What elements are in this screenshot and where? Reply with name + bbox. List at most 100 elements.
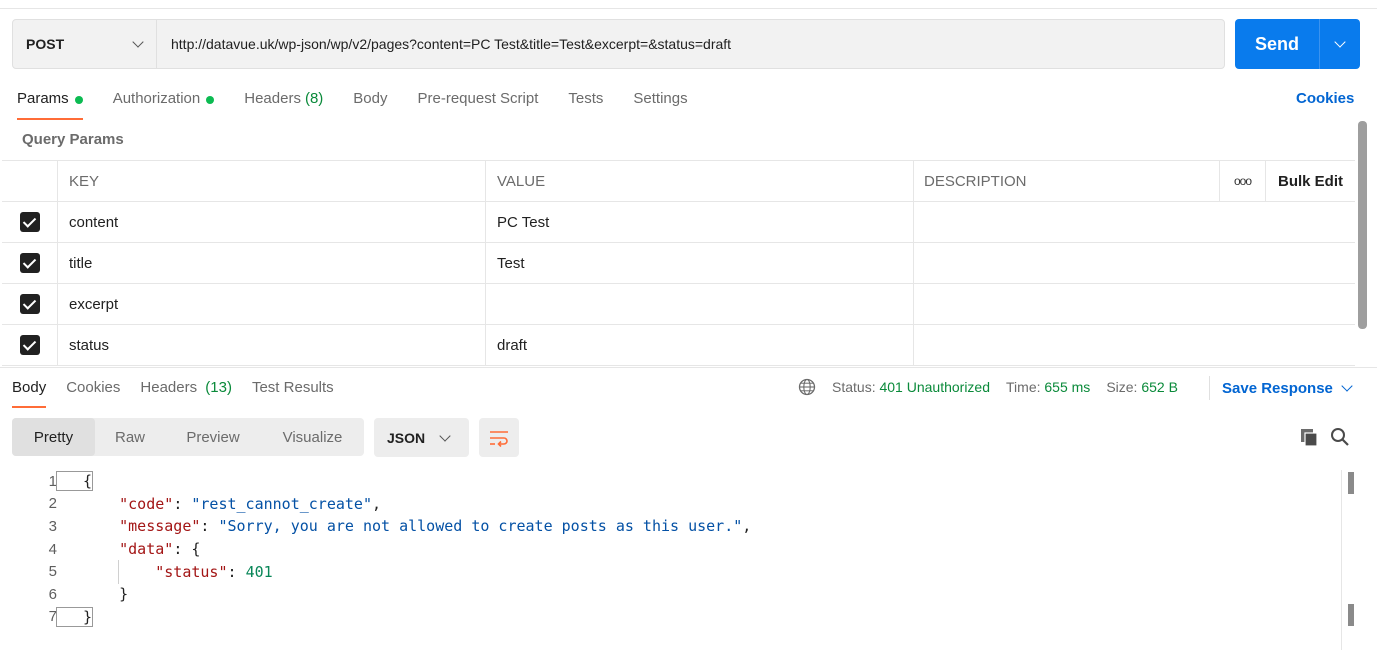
checkbox[interactable] <box>19 212 40 232</box>
globe-icon[interactable] <box>798 378 816 396</box>
header-value: VALUE <box>486 161 914 201</box>
code-line: 7} <box>0 606 1345 629</box>
bulk-edit-button[interactable]: Bulk Edit <box>1266 161 1355 201</box>
more-options-icon[interactable]: ooo <box>1220 161 1266 201</box>
checkbox[interactable] <box>19 253 40 273</box>
view-raw[interactable]: Raw <box>95 418 165 456</box>
editor-scrollbar-bottom[interactable] <box>1348 604 1354 626</box>
param-value[interactable]: PC Test <box>486 202 914 242</box>
code-text: "code": "rest_cannot_create", <box>119 494 382 513</box>
active-dot-icon <box>74 96 83 104</box>
size-readout[interactable]: Size: 652 B <box>1106 379 1178 395</box>
tab-label: Body <box>12 379 47 396</box>
tab-label: Test Results <box>251 379 334 396</box>
code-text: "message": "Sorry, you are not allowed t… <box>119 517 752 536</box>
status-readout[interactable]: Status: 401 Unauthorized <box>832 379 990 395</box>
param-description[interactable] <box>914 202 1355 242</box>
wrap-lines-button[interactable] <box>479 418 519 457</box>
time-readout[interactable]: Time: 655 ms <box>1006 379 1090 395</box>
tab-label: Tests <box>568 90 604 107</box>
header-check-cell <box>2 161 58 201</box>
tab-tests[interactable]: Tests <box>568 88 603 120</box>
editor-scroll-track <box>1341 470 1342 650</box>
tab-response-cookies[interactable]: Cookies <box>66 377 120 408</box>
view-preview[interactable]: Preview <box>165 418 261 456</box>
send-button[interactable]: Send <box>1235 34 1319 55</box>
param-key[interactable]: title <box>58 243 486 283</box>
active-dot-icon <box>206 96 215 104</box>
param-value[interactable]: Test <box>486 243 914 283</box>
view-visualize[interactable]: Visualize <box>261 418 364 456</box>
param-key[interactable]: excerpt <box>58 284 486 324</box>
row-check-cell <box>2 202 58 242</box>
method-select[interactable]: POST <box>13 20 157 68</box>
tab-response-headers[interactable]: Headers (13) <box>140 377 232 408</box>
params-scrollbar[interactable] <box>1358 121 1367 329</box>
tab-label: Headers <box>244 90 301 107</box>
tab-headers[interactable]: Headers (8) <box>244 88 323 120</box>
tab-label: Pre-request Script <box>417 90 539 107</box>
param-description[interactable] <box>914 243 1355 283</box>
tab-pre-request-script[interactable]: Pre-request Script <box>418 88 539 120</box>
line-number: 4 <box>48 540 57 558</box>
tab-count: (13) <box>205 379 232 396</box>
response-body-editor[interactable]: 1{ 2 "code": "rest_cannot_create", 3 "me… <box>0 470 1345 628</box>
checkbox[interactable] <box>19 294 40 314</box>
pane-divider[interactable] <box>0 367 1377 368</box>
response-status-bar: Status: 401 Unauthorized Time: 655 ms Si… <box>798 378 1194 396</box>
indent-guide <box>118 560 119 584</box>
tab-response-body[interactable]: Body <box>12 377 47 408</box>
format-select[interactable]: JSON <box>374 418 469 457</box>
save-response-button[interactable]: Save Response <box>1209 376 1353 400</box>
code-text: { <box>55 471 94 492</box>
wrap-lines-icon <box>490 430 508 447</box>
request-tabs: Params Authorization Headers (8) Body Pr… <box>17 88 718 120</box>
tab-body[interactable]: Body <box>353 88 387 120</box>
param-key[interactable]: status <box>58 325 486 365</box>
param-value[interactable] <box>486 284 914 324</box>
row-check-cell <box>2 243 58 283</box>
tab-label: Body <box>353 90 388 107</box>
copy-icon[interactable] <box>1299 427 1319 447</box>
code-text: } <box>83 585 129 604</box>
tab-authorization[interactable]: Authorization <box>113 88 215 120</box>
line-number: 3 <box>48 517 57 535</box>
search-icon[interactable] <box>1330 427 1350 447</box>
param-value[interactable]: draft <box>486 325 914 365</box>
row-check-cell <box>2 284 58 324</box>
cookies-link[interactable]: Cookies <box>1296 90 1354 107</box>
chevron-down-icon <box>439 429 451 442</box>
table-header-row: KEY VALUE DESCRIPTION ooo Bulk Edit <box>2 160 1355 202</box>
tab-settings[interactable]: Settings <box>633 88 687 120</box>
editor-scrollbar-top[interactable] <box>1348 472 1354 494</box>
code-line: 1{ <box>0 470 1345 493</box>
param-description[interactable] <box>914 325 1355 365</box>
checkbox[interactable] <box>19 335 40 355</box>
time-label: Time: <box>1006 379 1041 395</box>
header-description: DESCRIPTION <box>914 161 1220 201</box>
send-options-button[interactable] <box>1320 36 1360 48</box>
param-key[interactable]: content <box>58 202 486 242</box>
tab-count: (8) <box>304 90 324 107</box>
chevron-down-icon <box>1334 36 1346 48</box>
url-input[interactable]: http://datavue.uk/wp-json/wp/v2/pages?co… <box>157 36 731 52</box>
header-key: KEY <box>58 161 486 201</box>
code-line: 2 "code": "rest_cannot_create", <box>0 493 1345 516</box>
size-value: 652 B <box>1141 379 1178 395</box>
params-table: KEY VALUE DESCRIPTION ooo Bulk Edit cont… <box>2 160 1355 366</box>
tab-params[interactable]: Params <box>17 88 83 120</box>
size-label: Size: <box>1106 379 1138 395</box>
format-label: JSON <box>387 429 426 446</box>
tab-test-results[interactable]: Test Results <box>252 377 334 408</box>
code-line: 5 "status": 401 <box>0 560 1345 583</box>
top-border <box>0 0 1377 9</box>
code-text: "status": 401 <box>155 562 273 581</box>
view-pretty[interactable]: Pretty <box>12 418 95 456</box>
code-text: } <box>55 606 94 627</box>
save-response-label: Save Response <box>1222 379 1333 397</box>
tab-label: Headers <box>140 379 198 396</box>
param-description[interactable] <box>914 284 1355 324</box>
method-label: POST <box>26 36 65 52</box>
tab-label: Authorization <box>112 90 201 107</box>
table-row: title Test <box>2 243 1355 284</box>
